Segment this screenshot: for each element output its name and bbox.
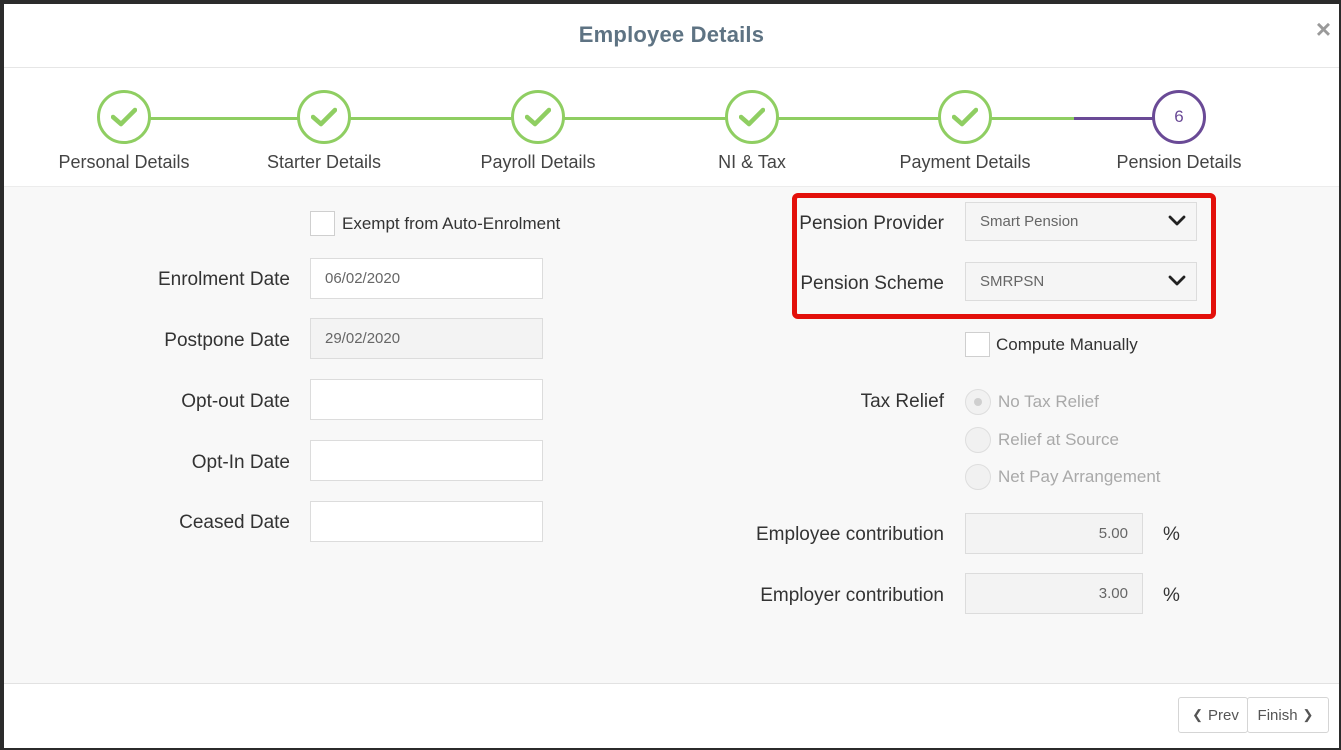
check-icon <box>297 90 351 144</box>
check-icon <box>97 90 151 144</box>
postpone-date-input[interactable] <box>310 318 543 359</box>
check-icon <box>725 90 779 144</box>
ceased-date-label: Ceased Date <box>179 512 290 533</box>
step-label: Payroll Details <box>480 152 596 172</box>
optin-date-input[interactable] <box>310 440 543 481</box>
pension-provider-value: Smart Pension <box>980 213 1079 230</box>
step-label: Starter Details <box>266 152 382 172</box>
enrolment-date-label: Enrolment Date <box>157 269 290 290</box>
step-label: NI & Tax <box>718 152 786 172</box>
close-icon[interactable]: × <box>1316 16 1331 42</box>
percent-unit: % <box>1163 524 1180 545</box>
chevron-down-icon <box>1168 212 1186 235</box>
radio-label: Relief at Source <box>998 430 1119 449</box>
prev-label: Prev <box>1208 706 1239 724</box>
step-ni-tax[interactable]: NI & Tax <box>662 90 842 173</box>
dialog-header: Employee Details × <box>4 4 1339 68</box>
radio-relief-at-source[interactable] <box>965 427 991 453</box>
check-icon <box>938 90 992 144</box>
finish-button[interactable]: Finish ❯ <box>1247 697 1329 733</box>
finish-label: Finish <box>1257 706 1298 724</box>
employee-contribution-input[interactable] <box>965 513 1143 554</box>
pension-form: Exempt from Auto-Enrolment Enrolment Dat… <box>4 186 1339 684</box>
pension-provider-select[interactable]: Smart Pension <box>965 202 1197 241</box>
dialog-footer: ❮ Prev Finish ❯ <box>4 684 1339 748</box>
radio-label: Net Pay Arrangement <box>998 467 1161 486</box>
ceased-date-input[interactable] <box>310 501 543 542</box>
step-label: Personal Details <box>58 152 190 172</box>
percent-unit: % <box>1163 585 1180 606</box>
employer-contribution-label: Employer contribution <box>760 585 944 606</box>
step-personal-details[interactable]: Personal Details <box>34 90 214 173</box>
pension-scheme-value: SMRPSN <box>980 273 1045 290</box>
pension-provider-label: Pension Provider <box>799 213 944 234</box>
postpone-date-label: Postpone Date <box>164 330 290 351</box>
pension-scheme-select[interactable]: SMRPSN <box>965 262 1197 301</box>
employee-details-dialog: Employee Details × Personal Details Star… <box>4 4 1339 748</box>
radio-no-tax-relief[interactable] <box>965 389 991 415</box>
employee-contribution-label: Employee contribution <box>756 524 944 545</box>
step-payroll-details[interactable]: Payroll Details <box>448 90 628 173</box>
step-payment-details[interactable]: Payment Details <box>875 90 1055 173</box>
chevron-left-icon: ❮ <box>1192 707 1204 722</box>
enrolment-date-input[interactable] <box>310 258 543 299</box>
pension-scheme-label: Pension Scheme <box>800 273 944 294</box>
step-pension-details[interactable]: 6 Pension Details <box>1089 90 1269 173</box>
optout-date-input[interactable] <box>310 379 543 420</box>
optout-date-label: Opt-out Date <box>181 391 290 412</box>
check-icon <box>511 90 565 144</box>
dialog-title: Employee Details <box>578 22 765 47</box>
compute-manually-checkbox[interactable] <box>965 332 990 357</box>
step-label: Payment Details <box>899 152 1031 172</box>
step-starter-details[interactable]: Starter Details <box>234 90 414 173</box>
tax-relief-label: Tax Relief <box>860 391 944 412</box>
compute-manually-label: Compute Manually <box>996 335 1138 354</box>
step-number: 6 <box>1152 90 1206 144</box>
radio-net-pay-arrangement[interactable] <box>965 464 991 490</box>
step-label: Pension Details <box>1116 152 1242 172</box>
prev-button[interactable]: ❮ Prev <box>1178 697 1248 733</box>
chevron-down-icon <box>1168 272 1186 295</box>
exempt-checkbox[interactable] <box>310 211 335 236</box>
chevron-right-icon: ❯ <box>1302 707 1314 722</box>
employer-contribution-input[interactable] <box>965 573 1143 614</box>
wizard-stepper: Personal Details Starter Details Payroll… <box>4 68 1339 186</box>
optin-date-label: Opt-In Date <box>191 452 290 473</box>
radio-label: No Tax Relief <box>998 392 1099 411</box>
exempt-label: Exempt from Auto-Enrolment <box>342 214 561 233</box>
